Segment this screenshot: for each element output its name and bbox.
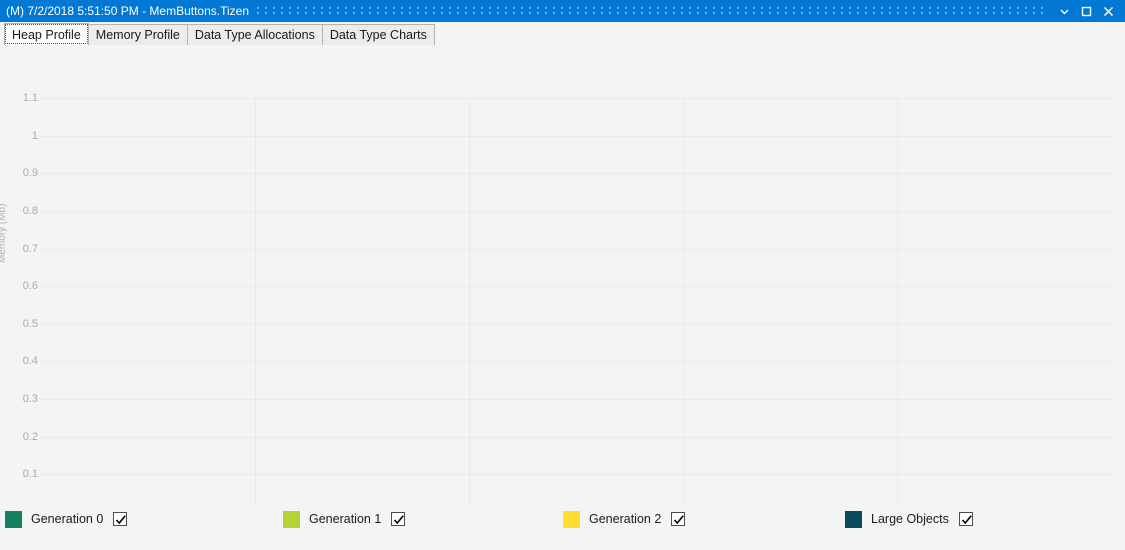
checkmark-icon <box>393 514 405 526</box>
gridline-horizontal <box>41 286 1111 287</box>
gridline-horizontal <box>41 249 1111 250</box>
gridline-horizontal <box>41 136 1111 137</box>
legend-item-generation-0[interactable]: Generation 0 <box>5 510 127 528</box>
close-icon[interactable] <box>1097 0 1119 22</box>
tab-data-type-charts[interactable]: Data Type Charts <box>322 24 435 45</box>
chart-plot-area[interactable] <box>41 98 1111 512</box>
gridline-vertical <box>255 98 256 512</box>
y-axis-ticks: 00.10.20.30.40.50.60.70.80.911.1 <box>0 45 38 505</box>
maximize-icon[interactable] <box>1075 0 1097 22</box>
checkmark-icon <box>673 514 685 526</box>
gridline-vertical <box>469 98 470 512</box>
legend-checkbox-large-objects[interactable] <box>959 512 973 526</box>
gridline-horizontal <box>41 211 1111 212</box>
gridline-horizontal <box>41 399 1111 400</box>
y-axis-title: Memory (Mb) <box>0 204 8 263</box>
y-tick-label: 0.7 <box>4 243 38 255</box>
gridline-horizontal <box>41 98 1111 99</box>
y-tick-label: 0.2 <box>4 431 38 443</box>
legend-item-generation-1[interactable]: Generation 1 <box>283 510 405 528</box>
gridline-vertical <box>897 98 898 512</box>
y-tick-label: 0.5 <box>4 318 38 330</box>
heap-profile-chart: 00.10.20.30.40.50.60.70.80.911.1 Memory … <box>0 45 1125 505</box>
y-tick-label: 0.9 <box>4 167 38 179</box>
y-tick-label: 0.1 <box>4 468 38 480</box>
legend-item-large-objects[interactable]: Large Objects <box>845 510 973 528</box>
y-tick-label: 1.1 <box>4 92 38 104</box>
gridline-vertical <box>683 98 684 512</box>
legend-checkbox-generation-0[interactable] <box>113 512 127 526</box>
gridline-horizontal <box>41 173 1111 174</box>
tab-strip: Heap Profile Memory Profile Data Type Al… <box>0 22 1125 45</box>
gridline-horizontal <box>41 361 1111 362</box>
legend-item-generation-2[interactable]: Generation 2 <box>563 510 685 528</box>
checkmark-icon <box>961 514 973 526</box>
checkmark-icon <box>115 514 127 526</box>
titlebar-drag-grip[interactable] <box>257 5 1045 17</box>
tab-heap-profile[interactable]: Heap Profile <box>4 23 89 45</box>
legend-color-swatch <box>845 511 862 528</box>
tab-memory-profile[interactable]: Memory Profile <box>88 24 188 45</box>
legend-color-swatch <box>283 511 300 528</box>
gridline-horizontal <box>41 324 1111 325</box>
legend-color-swatch <box>5 511 22 528</box>
legend-checkbox-generation-2[interactable] <box>671 512 685 526</box>
window-titlebar[interactable]: (M) 7/2/2018 5:51:50 PM - MemButtons.Tiz… <box>0 0 1125 22</box>
gridline-horizontal <box>41 437 1111 438</box>
y-tick-label: 0.6 <box>4 280 38 292</box>
minimize-icon[interactable] <box>1053 0 1075 22</box>
tab-data-type-allocations[interactable]: Data Type Allocations <box>187 24 323 45</box>
legend-item-label: Generation 0 <box>31 512 103 526</box>
y-tick-label: 0.4 <box>4 355 38 367</box>
y-tick-label: 0.3 <box>4 393 38 405</box>
legend-item-label: Generation 1 <box>309 512 381 526</box>
gridline-horizontal <box>41 474 1111 475</box>
y-tick-label: 0.8 <box>4 205 38 217</box>
legend-checkbox-generation-1[interactable] <box>391 512 405 526</box>
legend-color-swatch <box>563 511 580 528</box>
y-tick-label: 1 <box>4 130 38 142</box>
legend-item-label: Large Objects <box>871 512 949 526</box>
legend-item-label: Generation 2 <box>589 512 661 526</box>
window-title: (M) 7/2/2018 5:51:50 PM - MemButtons.Tiz… <box>0 0 249 22</box>
window-controls <box>1053 0 1125 22</box>
